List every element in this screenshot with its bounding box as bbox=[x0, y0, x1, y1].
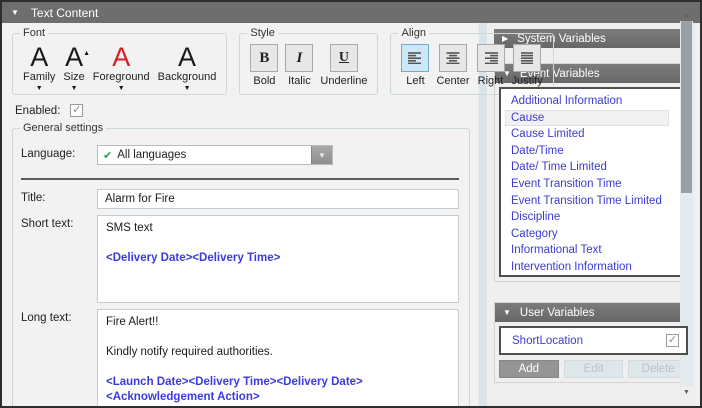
short-text-label: Short text: bbox=[21, 215, 97, 303]
scroll-up-icon[interactable]: ▲ bbox=[680, 10, 693, 21]
check-icon: ✔ bbox=[103, 149, 112, 162]
event-variable-item[interactable]: Date/ Time Limited bbox=[505, 159, 669, 176]
event-variable-item[interactable]: Cause Limited bbox=[505, 126, 669, 143]
event-variable-item[interactable]: Intervention Information bbox=[505, 259, 669, 276]
title-value: Alarm for Fire bbox=[105, 193, 175, 205]
align-left-button[interactable] bbox=[401, 44, 429, 72]
enabled-label: Enabled: bbox=[15, 105, 60, 117]
event-variable-item[interactable]: Event Transition Time Limited bbox=[505, 193, 669, 210]
event-variable-item[interactable]: Additional Information bbox=[505, 93, 669, 110]
long-text-area[interactable]: Fire Alert!! Kindly notify required auth… bbox=[97, 309, 459, 408]
style-group-label: Style bbox=[247, 27, 277, 40]
short-text-line: SMS text bbox=[106, 221, 450, 236]
underline-icon: U bbox=[339, 50, 349, 66]
event-variables-section: ▼ Event Variables Additional Information… bbox=[494, 63, 693, 282]
align-justify-icon bbox=[520, 52, 534, 64]
user-variables-header[interactable]: ▼ User Variables bbox=[495, 303, 692, 322]
chevron-down-icon[interactable]: ▼ bbox=[118, 85, 125, 92]
titlebar[interactable]: ▼ Text Content bbox=[2, 2, 700, 23]
long-text-label: Long text: bbox=[21, 309, 97, 408]
align-center-button[interactable] bbox=[439, 44, 467, 72]
align-justify-button[interactable] bbox=[513, 44, 541, 72]
language-value: All languages bbox=[117, 149, 186, 161]
align-left-icon bbox=[408, 52, 422, 64]
bold-icon: B bbox=[259, 50, 269, 67]
background-color-icon: A bbox=[178, 44, 196, 70]
italic-button[interactable]: I bbox=[285, 44, 313, 72]
chevron-down-icon[interactable]: ▼ bbox=[36, 85, 43, 92]
scrollbar-thumb[interactable] bbox=[681, 21, 692, 193]
long-text-variables: <Launch Date><Delivery Time><Delivery Da… bbox=[106, 375, 450, 405]
align-group: Align Left bbox=[390, 33, 553, 95]
collapse-triangle-icon[interactable]: ▼ bbox=[11, 9, 19, 17]
font-foreground-button[interactable]: A Foreground ▼ bbox=[93, 44, 150, 92]
separator bbox=[21, 178, 459, 180]
edit-button[interactable]: Edit bbox=[564, 360, 624, 378]
language-dropdown-button[interactable]: ▼ bbox=[311, 146, 332, 164]
align-right-button[interactable] bbox=[477, 44, 505, 72]
font-size-button[interactable]: A▲ Size ▼ bbox=[63, 44, 84, 92]
font-family-icon: A bbox=[30, 44, 48, 70]
scroll-down-icon[interactable]: ▼ bbox=[680, 387, 693, 398]
general-settings-label: General settings bbox=[20, 122, 106, 135]
add-button[interactable]: Add bbox=[499, 360, 559, 378]
underline-button[interactable]: U bbox=[330, 44, 358, 72]
font-group: Font A Family ▼ A▲ Size ▼ bbox=[12, 33, 227, 95]
formatting-toolbar: Font A Family ▼ A▲ Size ▼ bbox=[12, 33, 470, 95]
chevron-down-icon: ▼ bbox=[318, 151, 326, 160]
event-variable-item[interactable]: Informational Text bbox=[505, 242, 669, 259]
short-text-area[interactable]: SMS text <Delivery Date><Delivery Time> bbox=[97, 215, 459, 303]
user-variables-title: User Variables bbox=[520, 307, 595, 319]
bold-button[interactable]: B bbox=[250, 44, 278, 72]
font-family-button[interactable]: A Family ▼ bbox=[23, 44, 55, 92]
event-variable-item[interactable]: Event Transition Time bbox=[505, 176, 669, 193]
user-variables-list: ShortLocation ✓ bbox=[499, 326, 688, 355]
event-variable-item[interactable]: Category bbox=[505, 226, 669, 243]
style-group: Style B Bold I Italic bbox=[239, 33, 378, 95]
title-input[interactable]: Alarm for Fire bbox=[97, 189, 459, 209]
align-right-icon bbox=[484, 52, 498, 64]
font-group-label: Font bbox=[20, 27, 48, 40]
user-variable-checkbox[interactable]: ✓ bbox=[666, 334, 679, 347]
enabled-checkbox[interactable]: ✓ bbox=[70, 104, 83, 117]
long-text-line: Kindly notify required authorities. bbox=[106, 345, 450, 360]
event-variable-item[interactable]: Discipline bbox=[505, 209, 669, 226]
language-select[interactable]: ✔ All languages ▼ bbox=[97, 145, 333, 165]
font-background-button[interactable]: A Background ▼ bbox=[158, 44, 217, 92]
text-content-window: ▼ Text Content Font A Family ▼ A▲ bbox=[0, 0, 702, 408]
italic-icon: I bbox=[296, 50, 302, 67]
event-variables-list: Additional InformationCauseCause Limited… bbox=[499, 87, 688, 277]
chevron-down-icon[interactable]: ▼ bbox=[71, 85, 78, 92]
user-variable-item[interactable]: ShortLocation ✓ bbox=[504, 331, 683, 350]
event-variable-item[interactable]: Cause bbox=[505, 110, 669, 127]
event-variable-item[interactable]: Date/Time bbox=[505, 143, 669, 160]
title-label: Title: bbox=[21, 189, 97, 209]
caret-up-icon: ▲ bbox=[83, 41, 90, 67]
align-group-label: Align bbox=[398, 27, 428, 40]
align-center-icon bbox=[446, 52, 460, 64]
font-size-icon: A▲ bbox=[65, 44, 83, 70]
foreground-color-icon: A bbox=[112, 44, 130, 70]
general-settings-group: General settings Language: ✔ All languag… bbox=[12, 128, 470, 408]
language-label: Language: bbox=[21, 145, 97, 165]
user-variables-section: ▼ User Variables ShortLocation ✓ Add Edi… bbox=[494, 302, 693, 383]
long-text-line: Fire Alert!! bbox=[106, 315, 450, 330]
short-text-variables: <Delivery Date><Delivery Time> bbox=[106, 251, 450, 266]
chevron-down-icon[interactable]: ▼ bbox=[184, 85, 191, 92]
window-title: Text Content bbox=[31, 6, 98, 20]
left-pane: Font A Family ▼ A▲ Size ▼ bbox=[2, 23, 478, 406]
collapse-triangle-icon[interactable]: ▼ bbox=[503, 309, 511, 317]
user-variable-label: ShortLocation bbox=[512, 335, 583, 347]
